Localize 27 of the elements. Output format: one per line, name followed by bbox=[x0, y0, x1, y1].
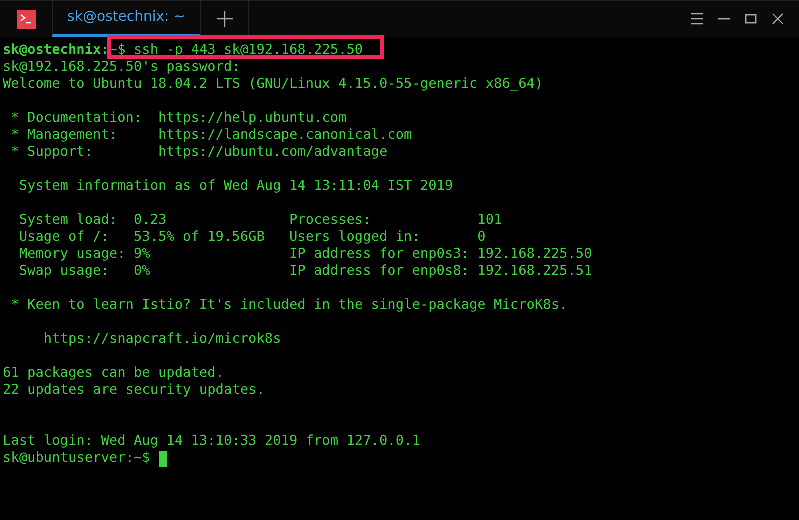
output-line: https://snapcraft.io/microk8s bbox=[42, 331, 282, 347]
shell-prompt: sk@ubuntuserver:~$ bbox=[3, 450, 152, 467]
output-line: 61 packages can be updated. bbox=[3, 365, 224, 381]
close-icon bbox=[771, 13, 785, 25]
output-line: Welcome to Ubuntu 18.04.2 LTS (GNU/Linux 4.15.0-55-generic x86_64) bbox=[3, 76, 544, 92]
maximize-icon bbox=[744, 13, 758, 25]
menu-icon bbox=[690, 13, 704, 25]
output-line: * Support: https://ubuntu.com/advantage bbox=[10, 144, 388, 160]
maximize-button[interactable] bbox=[744, 13, 758, 25]
terminal-tab[interactable]: sk@ostechnix: ~ bbox=[52, 1, 201, 37]
output-line: System information as of Wed Aug 14 13:11:04 IST 2019 bbox=[18, 178, 454, 194]
output-line: * Documentation: https://help.ubuntu.com bbox=[10, 110, 347, 126]
output-line: Usage of /: 53.5% of 19.56GB Users logged in: 0 bbox=[18, 229, 486, 245]
output-line: Last login: Wed Aug 14 13:10:33 2019 from 127.0.0.1 bbox=[3, 433, 420, 449]
menu-button[interactable] bbox=[690, 13, 704, 25]
plus-icon bbox=[216, 11, 232, 27]
output-line: 22 updates are security updates. bbox=[3, 382, 265, 398]
output-line: * Keen to learn Istio? It's included in the single-package MicroK8s. bbox=[10, 297, 568, 313]
prompt-symbol: $ bbox=[118, 42, 126, 59]
prompt-user: sk@ostechnix: bbox=[3, 42, 110, 59]
output-line: * Management: https://landscape.canonical.com bbox=[10, 127, 412, 143]
output-line: System load: 0.23 Processes: 101 bbox=[18, 212, 502, 228]
output-line: Swap usage: 0% IP address for enp0s8: 192.168.225.51 bbox=[18, 263, 592, 279]
output-line: sk@192.168.225.50's password: bbox=[3, 59, 240, 75]
terminal-app-icon bbox=[16, 10, 36, 28]
close-button[interactable] bbox=[771, 13, 785, 25]
output-line: Memory usage: 9% IP address for enp0s3: 192.168.225.50 bbox=[18, 246, 592, 262]
